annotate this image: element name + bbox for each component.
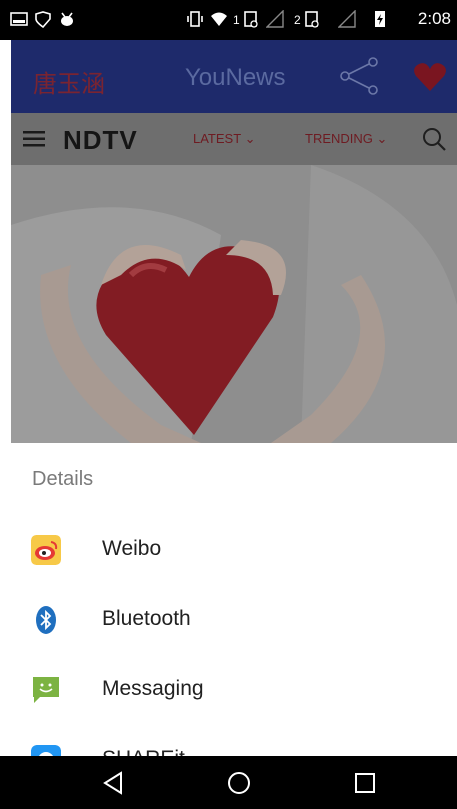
weibo-icon (31, 535, 61, 565)
channel-title[interactable]: 唐玉涵 (33, 64, 105, 99)
site-nav: NDTV LATEST ⌄ TRENDING ⌄ (11, 113, 457, 165)
sheet-title: Details (32, 468, 94, 490)
article-hero-image[interactable] (11, 165, 457, 443)
latest-label: LATEST (193, 131, 241, 146)
share-option-label: Weibo (102, 537, 162, 560)
share-icon[interactable] (339, 56, 379, 96)
sim1-label: 1 (233, 13, 240, 27)
heart-hands-photo (11, 165, 457, 443)
app-header: 唐玉涵 YouNews (11, 40, 457, 113)
chevron-down-icon: ⌄ (376, 131, 388, 146)
shield-notification-icon (35, 11, 51, 28)
battery-charging-icon (375, 11, 385, 27)
signal-icon (266, 10, 284, 28)
share-option-bluetooth[interactable]: Bluetooth (0, 585, 457, 655)
messaging-icon (33, 677, 59, 703)
heart-icon[interactable] (413, 60, 447, 94)
android-debug-icon (61, 12, 73, 26)
share-option-label: Messaging (102, 677, 204, 700)
bluetooth-icon (36, 606, 56, 634)
trending-menu[interactable]: TRENDING ⌄ (305, 131, 387, 147)
sim1-icon (244, 11, 258, 28)
shareit-icon (31, 745, 61, 756)
sim2-label: 2 (294, 13, 301, 27)
sim2-icon (305, 11, 319, 28)
search-icon[interactable] (421, 126, 447, 152)
recents-icon[interactable] (350, 768, 380, 798)
vibrate-icon (187, 11, 203, 27)
share-option-shareit[interactable]: SHAREit (0, 725, 457, 756)
home-icon[interactable] (224, 768, 254, 798)
share-option-label: SHAREit (102, 747, 185, 756)
ndtv-logo[interactable]: NDTV (63, 125, 138, 156)
back-icon[interactable] (99, 768, 129, 798)
share-option-label: Bluetooth (102, 607, 191, 630)
signal2-icon (338, 10, 356, 28)
gallery-notification-icon (10, 12, 28, 26)
app-brand: YouNews (185, 64, 286, 91)
share-sheet: Details Weibo Bluetooth Messaging (0, 443, 457, 756)
wifi-icon (211, 12, 227, 26)
clock: 2:08 (417, 9, 451, 28)
system-nav-bar (0, 756, 457, 809)
trending-label: TRENDING (305, 131, 373, 146)
share-option-weibo[interactable]: Weibo (0, 515, 457, 585)
hamburger-icon[interactable] (23, 131, 45, 147)
status-bar: 1 2 2:08 (0, 0, 457, 40)
latest-menu[interactable]: LATEST ⌄ (193, 131, 255, 147)
share-option-messaging[interactable]: Messaging (0, 655, 457, 725)
chevron-down-icon: ⌄ (244, 131, 256, 146)
